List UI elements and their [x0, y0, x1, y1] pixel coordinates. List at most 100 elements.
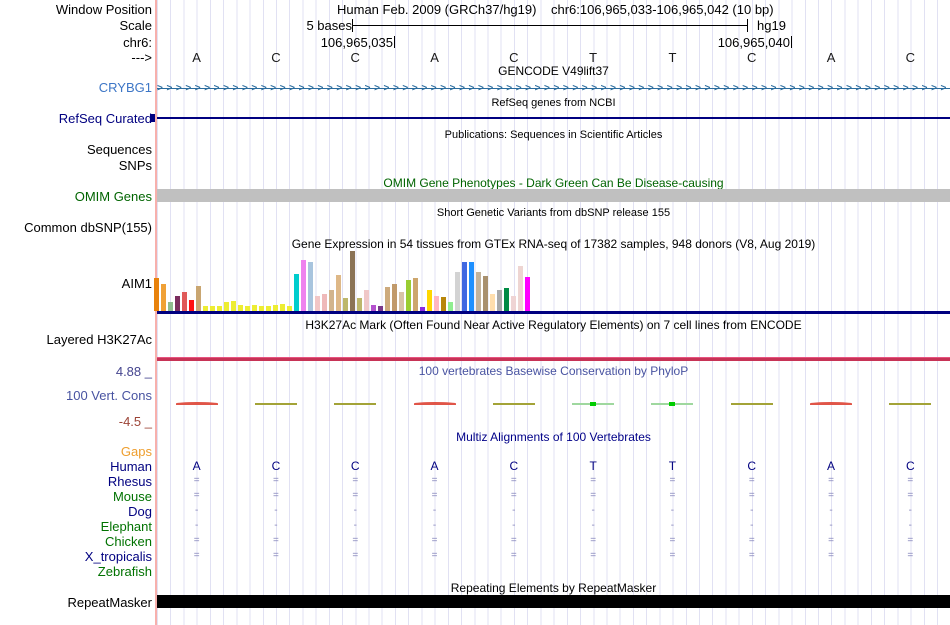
- gtex-tissue-bar[interactable]: [189, 300, 194, 311]
- phylop-mark: [254, 403, 297, 405]
- gtex-tissue-bar[interactable]: [448, 302, 453, 311]
- gtex-tissue-bar[interactable]: [483, 276, 488, 311]
- gtex-tissue-bar[interactable]: [182, 292, 187, 311]
- gtex-tissue-bar[interactable]: [504, 288, 509, 311]
- multiz-species-label-mouse[interactable]: Mouse: [113, 490, 152, 503]
- track-label-100-vert-cons[interactable]: 100 Vert. Cons: [66, 389, 152, 402]
- gtex-tissue-bar[interactable]: [469, 262, 474, 311]
- gtex-tissue-bar[interactable]: [280, 304, 285, 311]
- multiz-species-label-dog[interactable]: Dog: [128, 505, 152, 518]
- gtex-tissue-bar[interactable]: [413, 278, 418, 311]
- multiz-alignment-mark: =: [828, 550, 834, 561]
- gtex-tissue-bar[interactable]: [434, 296, 439, 311]
- ruler-base: C: [509, 49, 519, 65]
- gtex-expression-barchart[interactable]: [154, 251, 536, 311]
- gtex-tissue-bar[interactable]: [455, 272, 460, 311]
- gene-label-crybg1[interactable]: CRYBG1: [99, 81, 152, 94]
- gtex-tissue-bar[interactable]: [315, 296, 320, 311]
- scale-bases-text: 5 bases: [306, 17, 352, 33]
- multiz-species-label-gaps[interactable]: Gaps: [121, 445, 152, 458]
- gtex-tissue-bar[interactable]: [224, 302, 229, 311]
- gtex-tissue-bar[interactable]: [497, 290, 502, 311]
- track-label-omim-genes[interactable]: OMIM Genes: [75, 190, 152, 203]
- multiz-alignment-mark: -: [194, 505, 199, 516]
- multiz-alignment-mark: -: [432, 520, 437, 531]
- gtex-tissue-bar[interactable]: [392, 284, 397, 311]
- gtex-tissue-bar[interactable]: [399, 292, 404, 311]
- gtex-tissue-bar[interactable]: [364, 290, 369, 311]
- repeatmasker-element-bar[interactable]: [157, 595, 950, 608]
- gtex-tissue-bar[interactable]: [196, 286, 201, 311]
- omim-gene-bar[interactable]: [157, 189, 950, 202]
- track-label-refseq-curated[interactable]: RefSeq Curated: [59, 112, 152, 125]
- multiz-alignment-mark: =: [748, 475, 755, 486]
- gtex-tissue-bar[interactable]: [231, 301, 236, 311]
- gtex-tissue-bar[interactable]: [476, 272, 481, 311]
- multiz-species-label-chicken[interactable]: Chicken: [105, 535, 152, 548]
- multiz-alignment-mark: =: [431, 490, 438, 501]
- gtex-tissue-bar[interactable]: [175, 296, 180, 311]
- refseq-gene-line[interactable]: [157, 117, 950, 119]
- gtex-tissue-bar[interactable]: [294, 274, 299, 311]
- gtex-tissue-bar[interactable]: [441, 297, 446, 311]
- ruler-base: A: [430, 49, 439, 65]
- multiz-alignment-mark: =: [273, 475, 279, 486]
- multiz-species-label-rhesus[interactable]: Rhesus: [108, 475, 152, 488]
- multiz-species-label-human[interactable]: Human: [110, 460, 152, 473]
- multiz-species-label-x_tropicalis[interactable]: X_tropicalis: [85, 550, 152, 563]
- multiz-alignment-mark: -: [512, 520, 516, 531]
- gene-strand-arrows[interactable]: >>>>>>>>>>>>>>>>>>>>>>>>>>>>>>>>>>>>>>>>…: [157, 83, 950, 94]
- gtex-tissue-bar[interactable]: [406, 280, 411, 311]
- ruler-base: T: [668, 49, 677, 65]
- multiz-alignment-mark: -: [670, 505, 675, 516]
- track-label-sequences[interactable]: Sequences: [87, 143, 152, 156]
- phylop-mark: [492, 403, 535, 405]
- h3k27ac-signal-line[interactable]: [157, 357, 950, 361]
- phylop-mark: [413, 402, 456, 405]
- gtex-tissue-bar[interactable]: [322, 294, 327, 311]
- multiz-alignment-mark: =: [669, 535, 676, 546]
- track-label-repeatmasker[interactable]: RepeatMasker: [67, 596, 152, 609]
- track-label-common-dbsnp[interactable]: Common dbSNP(155): [24, 221, 152, 234]
- gtex-tissue-bar[interactable]: [357, 298, 362, 311]
- multiz-species-label-elephant[interactable]: Elephant: [101, 520, 152, 533]
- multiz-alignment-mark: =: [748, 490, 755, 501]
- gtex-tissue-bar[interactable]: [161, 284, 166, 311]
- ruler-base: C: [905, 49, 916, 65]
- track-label-snps[interactable]: SNPs: [119, 159, 152, 172]
- multiz-alignment-mark: =: [510, 490, 517, 501]
- gtex-tissue-bar[interactable]: [385, 287, 390, 311]
- multiz-human-base: T: [668, 459, 677, 473]
- multiz-alignment-mark: -: [670, 520, 675, 531]
- gtex-tissue-bar[interactable]: [511, 296, 516, 311]
- multiz-human-base: C: [509, 459, 519, 473]
- gtex-tissue-bar[interactable]: [154, 278, 159, 311]
- track-label-layered-h3k27ac[interactable]: Layered H3K27Ac: [46, 333, 152, 346]
- multiz-alignment-mark: =: [669, 475, 676, 486]
- track-title-gtex: Gene Expression in 54 tissues from GTEx …: [291, 237, 816, 251]
- scale-ruler-line: [352, 25, 748, 26]
- genome-browser-image[interactable]: Window Position Human Feb. 2009 (GRCh37/…: [0, 0, 950, 625]
- multiz-alignment-mark: =: [590, 490, 597, 501]
- gtex-tissue-bar[interactable]: [490, 294, 495, 311]
- multiz-alignment-mark: -: [194, 520, 199, 531]
- gtex-tissue-bar[interactable]: [462, 262, 467, 311]
- gtex-tissue-bar[interactable]: [301, 260, 306, 311]
- gtex-tissue-bar[interactable]: [336, 275, 341, 311]
- multiz-alignment-mark: =: [273, 550, 279, 561]
- multiz-alignment-mark: =: [431, 550, 438, 561]
- track-label-aim1[interactable]: AIM1: [122, 277, 152, 290]
- gtex-tissue-bar[interactable]: [343, 298, 348, 311]
- refseq-item-left-cap: [150, 114, 155, 122]
- multiz-human-base: A: [192, 459, 201, 473]
- chrom-label: chr6:: [123, 34, 152, 50]
- gtex-tissue-bar[interactable]: [427, 290, 432, 311]
- gtex-tissue-bar[interactable]: [168, 302, 173, 311]
- gtex-tissue-bar[interactable]: [518, 266, 523, 311]
- gtex-tissue-bar[interactable]: [525, 277, 530, 311]
- multiz-species-label-zebrafish[interactable]: Zebrafish: [98, 565, 152, 578]
- gtex-tissue-bar[interactable]: [308, 262, 313, 311]
- gtex-tissue-bar[interactable]: [329, 290, 334, 311]
- gtex-tissue-bar[interactable]: [350, 251, 355, 311]
- ruler-base: C: [271, 49, 281, 65]
